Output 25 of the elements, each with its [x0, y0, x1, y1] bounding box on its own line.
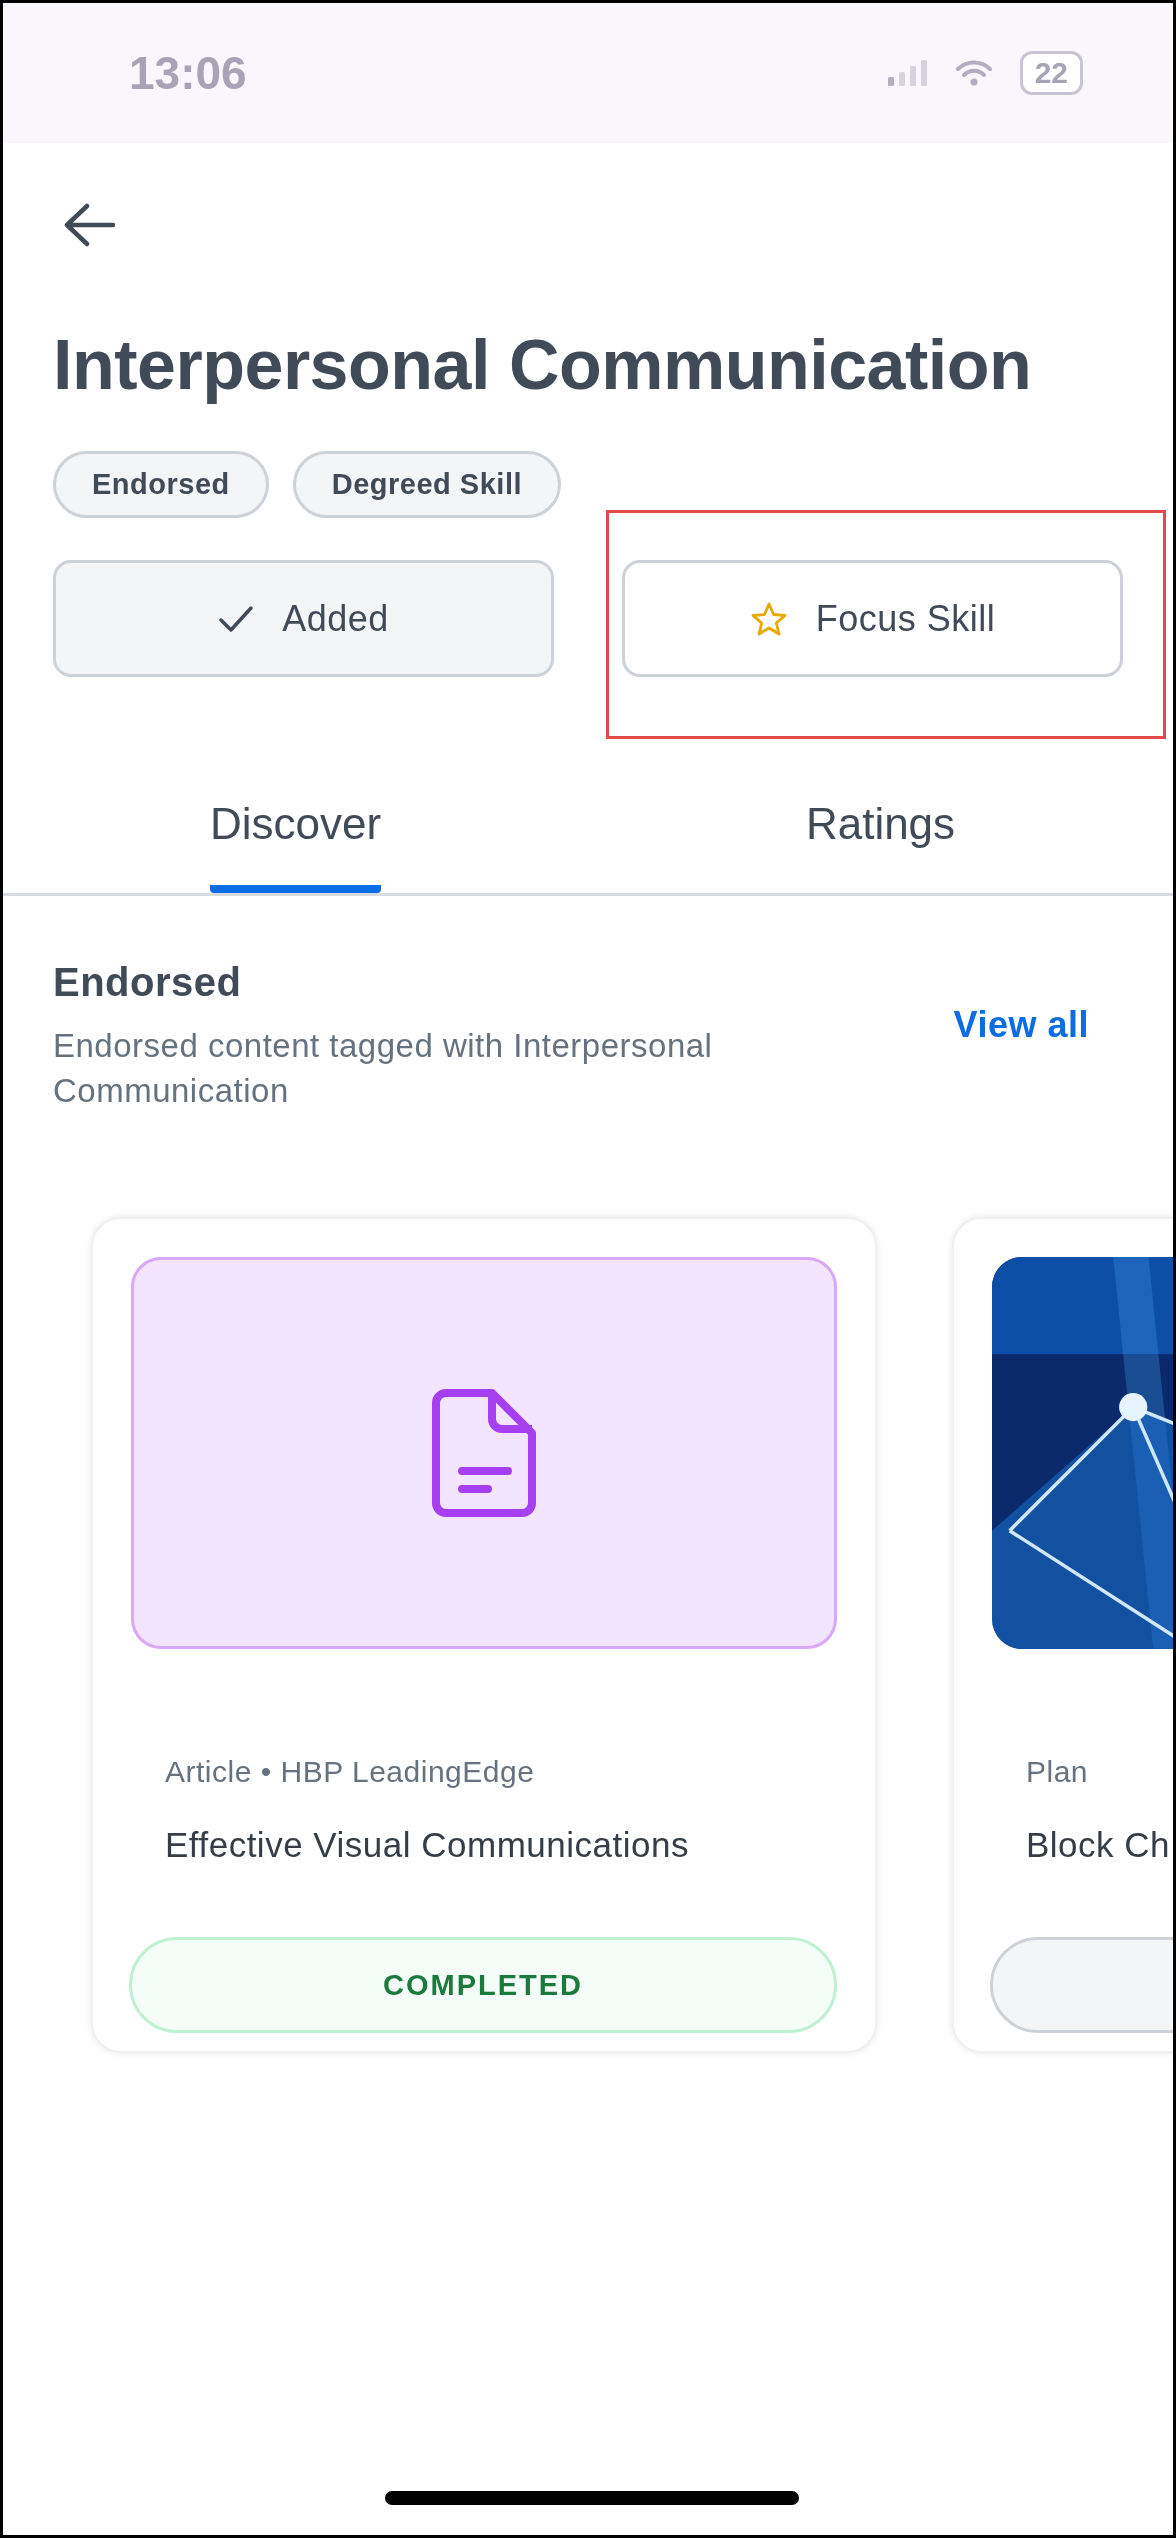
- wifi-icon: [955, 60, 992, 86]
- battery-indicator: 22: [1019, 51, 1083, 95]
- skill-tag: Endorsed: [53, 451, 269, 518]
- content-card[interactable]: Plan Block Ch: [952, 1217, 1173, 2053]
- added-button[interactable]: Added: [53, 560, 554, 677]
- page-title: Interpersonal Communication: [53, 325, 1033, 405]
- section-title: Endorsed: [53, 960, 243, 1005]
- card-meta: Article • HBP LeadingEdge: [165, 1755, 536, 1789]
- tab[interactable]: Discover: [209, 799, 382, 893]
- back-arrow-icon[interactable]: [63, 203, 115, 247]
- status-time: 13:06: [129, 46, 247, 100]
- status-button[interactable]: COMPLETED: [129, 1937, 837, 2033]
- focus-skill-button[interactable]: Focus Skill: [622, 560, 1123, 677]
- content-card[interactable]: Article • HBP LeadingEdge Effective Visual Communications COMPLETED: [91, 1217, 877, 2053]
- section-subtitle: Endorsed content tagged with Interpersonal Communication: [53, 1026, 714, 1111]
- star-icon: [749, 600, 788, 637]
- view-all-link[interactable]: View all: [953, 1004, 1089, 1046]
- document-icon: [432, 1389, 536, 1517]
- checkmark-icon: [218, 604, 255, 633]
- signal-icon: [887, 60, 928, 86]
- card-title: Block Ch: [1026, 1825, 1172, 1865]
- tab[interactable]: Ratings: [805, 799, 956, 893]
- skill-tag: Degreed Skill: [292, 451, 561, 518]
- card-meta: Plan: [1026, 1755, 1090, 1789]
- card-title: Effective Visual Communications: [165, 1825, 690, 1865]
